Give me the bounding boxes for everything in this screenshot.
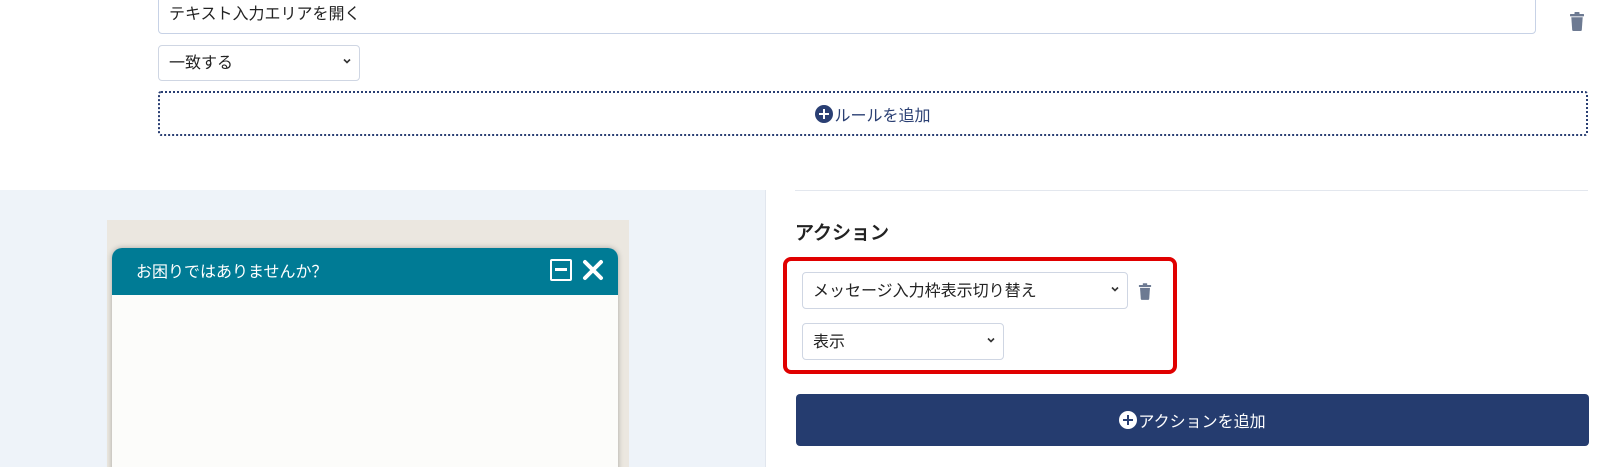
section-divider bbox=[795, 190, 1588, 191]
action-heading: アクション bbox=[795, 222, 890, 244]
trash-icon bbox=[1570, 12, 1584, 31]
action-type-select-value: メッセージ入力枠表示切り替え bbox=[813, 281, 1037, 300]
action-value-select-value: 表示 bbox=[813, 332, 846, 351]
rule-match-select-value: 一致する bbox=[169, 53, 234, 72]
action-delete-button[interactable] bbox=[1138, 283, 1152, 300]
add-rule-button[interactable]: ルールを追加 bbox=[158, 91, 1588, 136]
chat-title: お困りではありませんか？ bbox=[136, 262, 328, 281]
chat-window-preview: お困りではありませんか？ bbox=[112, 248, 618, 467]
add-action-label: アクションを追加 bbox=[1138, 412, 1266, 431]
chevron-down-icon bbox=[343, 58, 351, 64]
trash-icon bbox=[1138, 283, 1152, 300]
chevron-down-icon bbox=[987, 337, 995, 343]
add-action-button[interactable]: アクションを追加 bbox=[796, 394, 1589, 446]
plus-circle-icon bbox=[1119, 411, 1138, 429]
rule-delete-button[interactable] bbox=[1569, 12, 1585, 31]
chat-header: お困りではありませんか？ bbox=[112, 248, 618, 295]
rule-text-field[interactable]: テキスト入力エリアを開く bbox=[158, 0, 1536, 34]
add-rule-label: ルールを追加 bbox=[834, 105, 931, 125]
chat-preview-panel: お困りではありませんか？ bbox=[0, 190, 766, 467]
close-icon[interactable] bbox=[581, 258, 605, 282]
rule-match-select[interactable]: 一致する bbox=[158, 45, 360, 81]
minimize-icon[interactable] bbox=[550, 259, 572, 281]
action-value-select[interactable]: 表示 bbox=[802, 323, 1004, 360]
chevron-down-icon bbox=[1111, 286, 1119, 292]
plus-circle-icon bbox=[815, 104, 834, 123]
action-type-select[interactable]: メッセージ入力枠表示切り替え bbox=[802, 272, 1128, 309]
